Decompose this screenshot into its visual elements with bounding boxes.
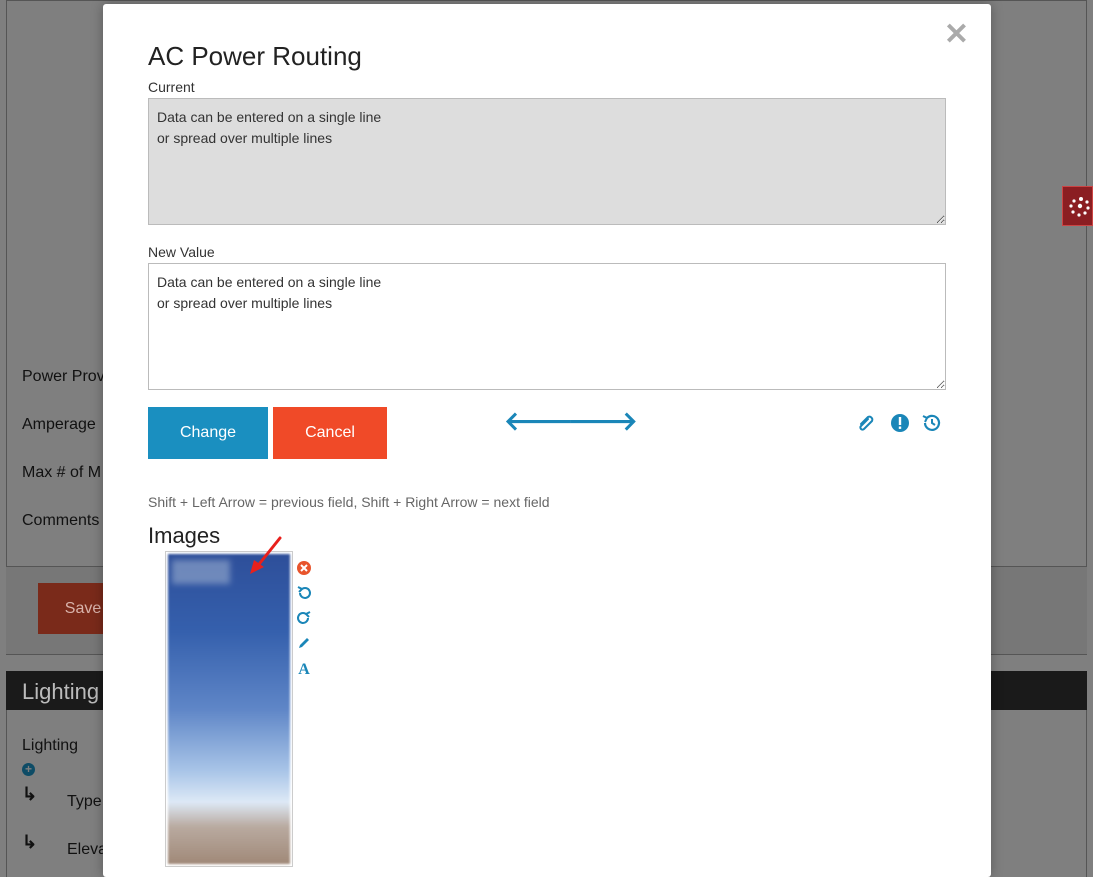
close-icon[interactable]: ✕ [944, 20, 969, 50]
edit-field-modal: ✕ AC Power Routing Current New Value Cha… [103, 4, 991, 877]
current-label: Current [148, 79, 195, 95]
type-label: Type [67, 793, 102, 810]
paperclip-icon[interactable] [855, 412, 877, 434]
text-icon[interactable]: A [296, 660, 312, 676]
rotate-left-icon[interactable] [296, 585, 312, 601]
add-icon[interactable]: + [22, 763, 35, 776]
sub-item-arrow-icon: ↳ [22, 832, 38, 852]
dots-circle-icon [1069, 197, 1090, 217]
red-arrow-annotation [250, 536, 282, 574]
lighting-label: Lighting [22, 737, 79, 754]
modal-title: AC Power Routing [148, 41, 362, 71]
new-value-field[interactable] [148, 263, 946, 390]
arrow-right-icon[interactable]: 🡒 [568, 406, 638, 437]
power-provider-label: Power Prov [22, 368, 105, 385]
sub-item-arrow-icon: ↳ [22, 784, 38, 804]
new-value-label: New Value [148, 244, 215, 260]
images-title: Images [148, 523, 221, 548]
amperage-label: Amperage [22, 416, 96, 433]
current-value-field[interactable] [148, 98, 946, 225]
app-badge-icon[interactable] [1062, 186, 1093, 226]
lighting-section-title: Lighting [22, 679, 100, 704]
history-icon[interactable] [921, 412, 943, 434]
change-button[interactable]: Change [148, 407, 268, 459]
delete-icon[interactable] [296, 560, 312, 576]
cancel-button[interactable]: Cancel [273, 407, 387, 459]
svg-text:A: A [298, 661, 310, 676]
elevation-label: Eleva [67, 841, 108, 858]
pencil-icon[interactable] [296, 635, 312, 651]
keyboard-hint: Shift + Left Arrow = previous field, Shi… [148, 494, 550, 510]
rotate-right-icon[interactable] [296, 610, 312, 626]
image-thumbnail[interactable] [165, 551, 293, 867]
thumbnail-photo [168, 554, 290, 864]
exclamation-icon[interactable] [889, 412, 911, 434]
max-number-label: Max # of M [22, 464, 102, 481]
arrow-left-icon[interactable]: 🡐 [504, 406, 574, 437]
comments-label: Comments [22, 512, 100, 529]
